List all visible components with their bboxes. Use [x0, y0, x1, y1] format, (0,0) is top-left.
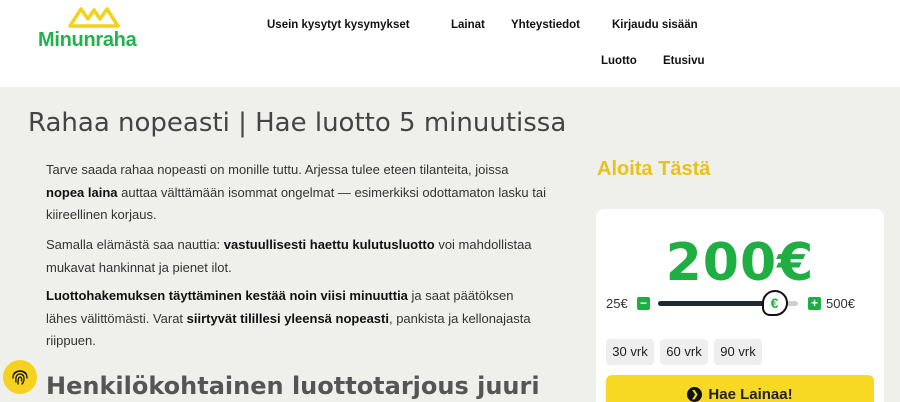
section-subheading: Henkilökohtainen luottotarjous juuri [46, 372, 540, 400]
apply-loan-button[interactable]: ❯ Hae Lainaa! [606, 375, 874, 402]
bold-text: nopea laina [46, 184, 118, 200]
logo-text: Minunraha [38, 29, 137, 51]
fingerprint-icon [12, 370, 28, 385]
min-amount-label: 25€ [606, 296, 628, 311]
nav-credit[interactable]: Luotto [601, 55, 637, 67]
nav-contact[interactable]: Yhteystiedot [511, 19, 580, 31]
increase-amount-button[interactable]: + [808, 297, 821, 310]
site-logo[interactable]: Minunraha [38, 4, 153, 52]
apply-loan-label: Hae Lainaa! [708, 385, 793, 402]
loan-amount-display: 200€ [665, 233, 815, 293]
decrease-amount-button[interactable]: − [637, 297, 650, 310]
term-option-90[interactable]: 90 vrk [714, 339, 762, 365]
intro-paragraph-2: Samalla elämästä saa nauttia: vastuullis… [46, 234, 546, 279]
logo-mark-icon [68, 7, 120, 28]
loan-calculator-card: 200€ 25€ − € + 500€ 30 vrk 60 vrk 90 vrk… [596, 209, 884, 402]
term-option-60[interactable]: 60 vrk [660, 339, 708, 365]
calculator-heading: Aloita Tästä [597, 158, 711, 180]
bold-text: Luottohakemuksen täyttäminen kestää noin… [46, 288, 408, 303]
page-title: Rahaa nopeasti | Hae luotto 5 minuutissa [28, 108, 567, 138]
text-span: auttaa välttämään isommat ongelmat — esi… [46, 184, 547, 223]
intro-paragraph-1: Tarve saada rahaa nopeasti on monille tu… [46, 159, 546, 227]
nav-home[interactable]: Etusivu [663, 55, 705, 67]
amount-slider-thumb[interactable]: € [761, 290, 788, 316]
nav-login[interactable]: Kirjaudu sisään [612, 19, 698, 31]
nav-faq[interactable]: Usein kysytyt kysymykset [267, 19, 410, 31]
amount-slider-fill [658, 301, 773, 306]
site-header: Minunraha Usein kysytyt kysymykset Laina… [0, 0, 900, 87]
bold-text: vastuullisesti haettu kulutusluotto [223, 237, 435, 252]
text-span: Tarve saada rahaa nopeasti on monille tu… [46, 162, 509, 177]
term-option-30[interactable]: 30 vrk [606, 339, 654, 365]
text-span: Samalla elämästä saa nauttia: [46, 237, 224, 252]
max-amount-label: 500€ [826, 296, 855, 311]
nav-loans[interactable]: Lainat [451, 19, 485, 31]
intro-paragraph-3: Luottohakemuksen täyttäminen kestää noin… [46, 285, 546, 353]
accessibility-button[interactable] [3, 360, 37, 394]
chevron-right-circle-icon: ❯ [687, 386, 703, 402]
bold-text: siirtyvät tilillesi yleensä nopeasti [186, 310, 389, 326]
